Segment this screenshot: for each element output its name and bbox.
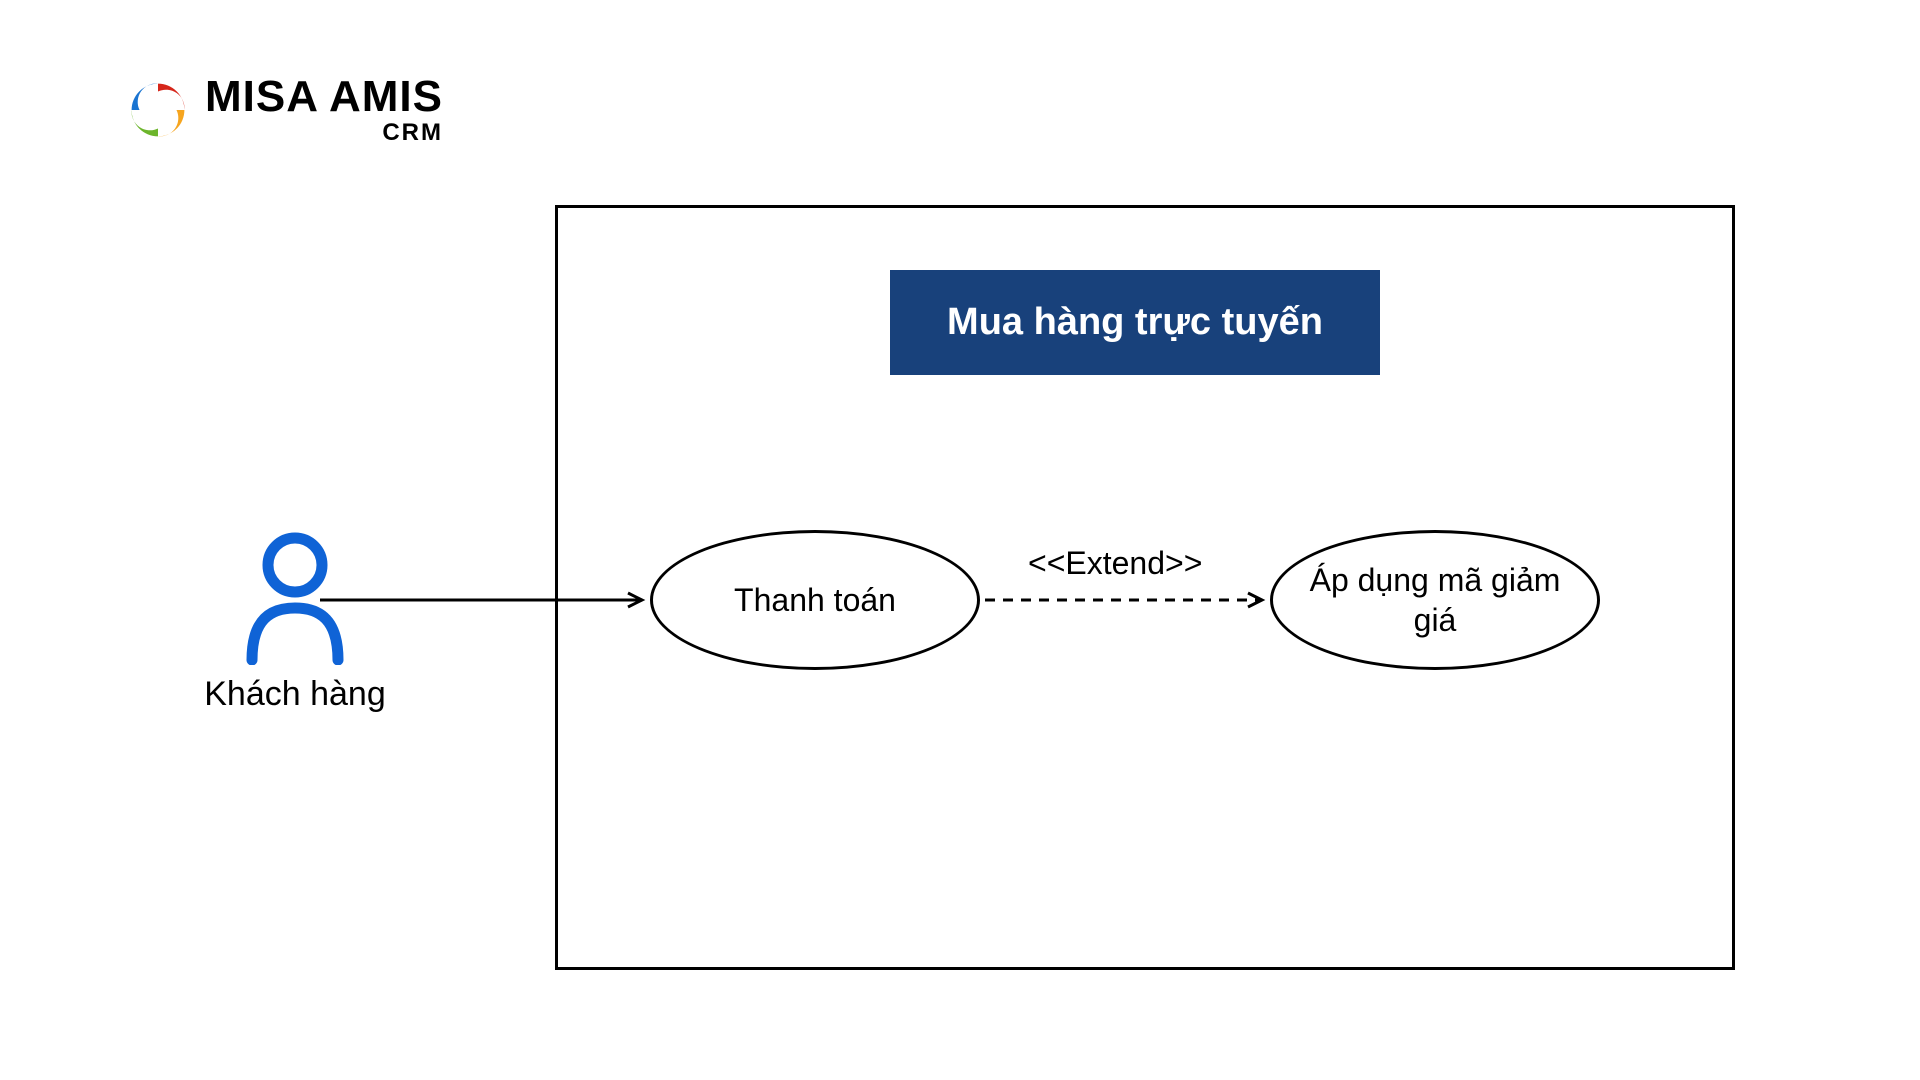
usecase-payment: Thanh toán [650, 530, 980, 670]
actor-customer: Khách hàng [180, 530, 410, 714]
system-title-text: Mua hàng trực tuyến [947, 301, 1323, 344]
usecase-payment-label: Thanh toán [734, 580, 896, 620]
usecase-apply-coupon: Áp dụng mã giảm giá [1270, 530, 1600, 670]
logo-text-sub: CRM [382, 121, 443, 145]
extend-stereotype-label: <<Extend>> [1028, 545, 1202, 582]
actor-label: Khách hàng [180, 675, 410, 714]
logo-swirl-icon [125, 77, 191, 143]
brand-logo: MISA AMIS CRM [125, 75, 443, 145]
system-title: Mua hàng trực tuyến [890, 270, 1380, 375]
logo-text-main: MISA AMIS [205, 75, 443, 119]
usecase-apply-coupon-label: Áp dụng mã giảm giá [1293, 560, 1577, 640]
